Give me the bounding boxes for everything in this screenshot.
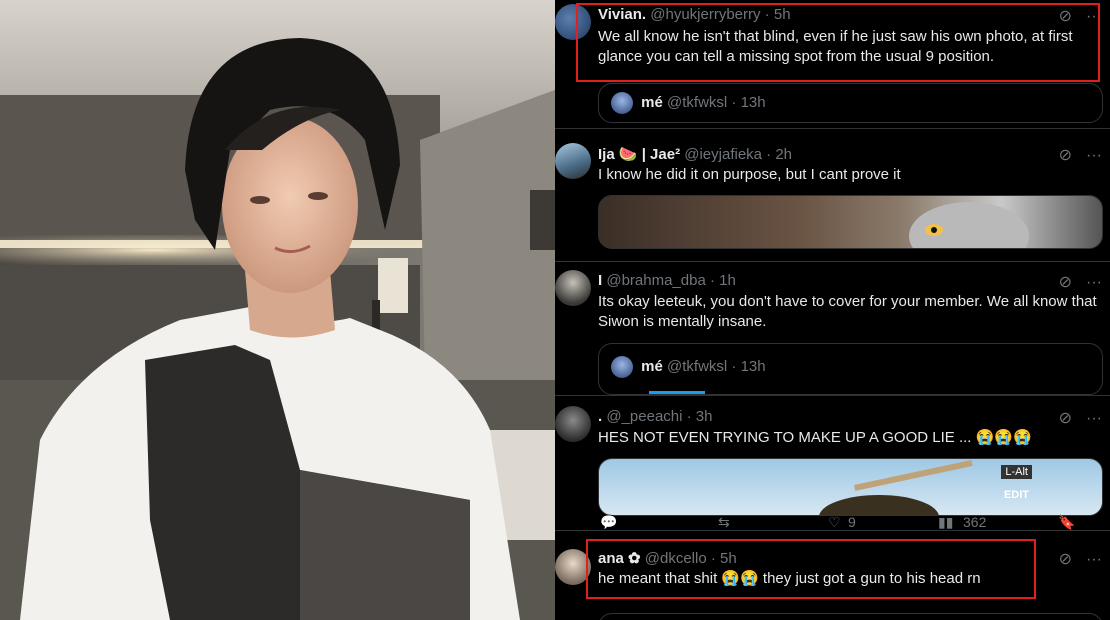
quote-header: mé @tkfwksl · 13h — [611, 92, 766, 114]
like-count: 9 — [848, 514, 856, 530]
media-label-alt: L-Alt — [1001, 465, 1032, 479]
display-name[interactable]: I — [598, 272, 602, 289]
video-progress-bar — [649, 391, 705, 394]
quote-header: mé @tkfwksl · 13h — [611, 356, 766, 378]
bird-image — [909, 202, 1029, 248]
more-icon[interactable]: ··· — [1086, 274, 1102, 291]
tweet-text: HES NOT EVEN TRYING TO MAKE UP A GOOD LI… — [598, 429, 1032, 446]
video-still — [0, 0, 555, 620]
quote-meta: @tkfwksl · 13h — [667, 93, 766, 111]
tweet-peeachi[interactable]: . @_peeachi · 3h ⊘ ··· HES NOT EVEN TRYIN… — [555, 396, 1110, 531]
reply-icon[interactable]: 💬 — [600, 514, 617, 531]
quote-avatar — [611, 92, 633, 114]
grok-icon[interactable]: ⊘ — [1059, 147, 1072, 164]
more-icon[interactable]: ··· — [1086, 551, 1102, 568]
media-image[interactable] — [598, 195, 1103, 249]
media-label-edit: EDIT — [1003, 489, 1029, 501]
views-icon[interactable]: ▮▮ — [938, 514, 953, 531]
tweet-header: . @_peeachi · 3h — [598, 408, 712, 425]
repost-icon[interactable]: ⇆ — [718, 514, 730, 531]
handle-time: @_peeachi · 3h — [606, 408, 713, 425]
handle-time: @brahma_dba · 1h — [606, 272, 736, 289]
media-image[interactable]: L-Alt EDIT — [598, 458, 1103, 516]
more-icon[interactable]: ··· — [1086, 410, 1102, 427]
avatar[interactable] — [555, 143, 591, 179]
views-count: 362 — [963, 514, 987, 530]
tweet-header: I @brahma_dba · 1h — [598, 272, 736, 289]
grok-icon[interactable]: ⊘ — [1059, 274, 1072, 291]
tweet-icons: ⊘ ··· — [1045, 272, 1102, 292]
tweet-icons: ⊘ ··· — [1045, 408, 1102, 428]
quote-avatar — [611, 356, 633, 378]
highlight-box — [576, 3, 1100, 82]
quote-meta: @tkfwksl · 13h — [667, 357, 766, 375]
display-name[interactable]: . — [598, 408, 602, 425]
like-icon[interactable]: ♡ — [828, 514, 841, 531]
reply-feed: Vivian. @hyukjerryberry · 5h ⊘ ··· We all… — [555, 0, 1110, 620]
quote-card[interactable]: mé @tkfwksl · 13h — [598, 83, 1103, 123]
display-name[interactable]: Ija 🍉 | Jae² — [598, 146, 680, 163]
tweet-text: I know he did it on purpose, but I cant … — [598, 166, 901, 183]
tweet-header: Ija 🍉 | Jae² @ieyjafieka · 2h — [598, 145, 792, 163]
person-photo — [0, 0, 555, 620]
tweet-ija[interactable]: Ija 🍉 | Jae² @ieyjafieka · 2h ⊘ ··· I kno… — [555, 129, 1110, 262]
handle-time: @ieyjafieka · 2h — [684, 146, 793, 163]
quote-card[interactable]: mé @tkfwksl · 13h — [598, 343, 1103, 395]
tweet-text: Its okay leeteuk, you don't have to cove… — [598, 293, 1097, 330]
avatar[interactable] — [555, 270, 591, 306]
bookmark-icon[interactable]: 🔖 — [1058, 514, 1075, 531]
grok-icon[interactable]: ⊘ — [1059, 551, 1072, 568]
avatar[interactable] — [555, 406, 591, 442]
grok-icon[interactable]: ⊘ — [1059, 410, 1072, 427]
quote-name: mé — [641, 357, 663, 375]
highlight-box — [586, 539, 1036, 599]
tweet-icons: ⊘ ··· — [1045, 549, 1102, 569]
tweet-brahma[interactable]: I @brahma_dba · 1h ⊘ ··· Its okay leeteuk… — [555, 262, 1110, 396]
quote-name: mé — [641, 93, 663, 111]
more-icon[interactable]: ··· — [1086, 147, 1102, 164]
quote-card[interactable] — [598, 613, 1103, 620]
tweet-icons: ⊘ ··· — [1045, 145, 1102, 165]
